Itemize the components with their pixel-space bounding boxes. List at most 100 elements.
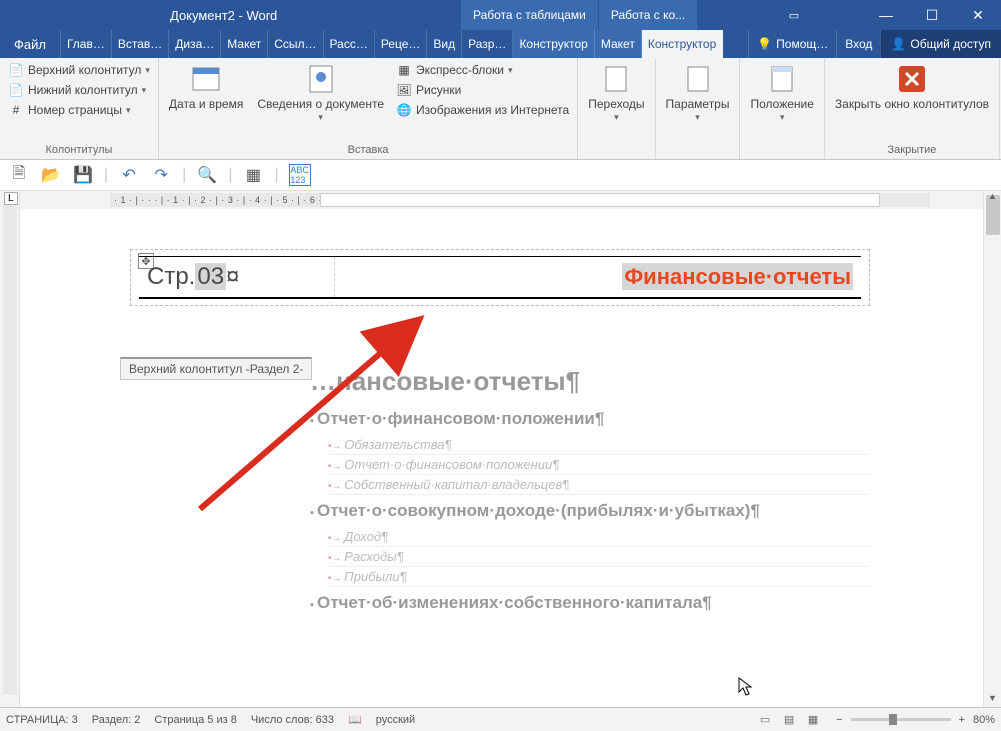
- body-h3-3: Отчет·об·изменениях·собственного·капитал…: [310, 593, 870, 613]
- zoom-in-button[interactable]: +: [959, 714, 965, 726]
- calendar-icon: [190, 63, 222, 95]
- status-page[interactable]: СТРАНИЦА: 3: [6, 714, 78, 726]
- open-button[interactable]: 📂: [40, 164, 62, 186]
- vertical-scrollbar[interactable]: ▲ ▼: [983, 191, 1001, 707]
- online-pictures-button[interactable]: 🌐Изображения из Интернета: [394, 101, 571, 119]
- tab-review[interactable]: Реце…: [375, 30, 428, 58]
- vertical-ruler[interactable]: [3, 205, 17, 695]
- footer-button[interactable]: 📄Нижний колонтитул: [6, 81, 152, 99]
- sign-in[interactable]: Вход: [836, 30, 880, 58]
- cell-mark: ¤: [226, 263, 239, 290]
- ribbon-display-options[interactable]: ▭: [771, 0, 817, 30]
- scrollbar-thumb[interactable]: [986, 195, 1000, 235]
- close-button[interactable]: ✕: [955, 0, 1001, 30]
- tab-table-layout[interactable]: Макет: [595, 30, 642, 58]
- options-button[interactable]: Параметры: [662, 61, 734, 125]
- maximize-button[interactable]: ☐: [909, 0, 955, 30]
- tab-view[interactable]: Вид: [427, 30, 462, 58]
- pictures-button[interactable]: 🖼Рисунки: [394, 81, 571, 99]
- print-layout-button[interactable]: ▤: [780, 713, 798, 726]
- group-options: Параметры: [656, 58, 741, 159]
- new-doc-button[interactable]: 🗎: [8, 164, 30, 186]
- horizontal-ruler-active: [320, 193, 880, 207]
- window-controls: — ☐ ✕: [863, 0, 1001, 30]
- header-section-badge: Верхний колонтитул -Раздел 2-: [120, 357, 312, 380]
- zoom-slider-knob[interactable]: [889, 714, 897, 725]
- group-header-footer: 📄Верхний колонтитул 📄Нижний колонтитул #…: [0, 58, 159, 159]
- ribbon-tabs: Файл Глав… Встав… Диза… Макет Ссыл… Расс…: [0, 30, 1001, 58]
- contextual-tab-tables[interactable]: Работа с таблицами: [460, 0, 598, 30]
- position-button[interactable]: Положение: [746, 61, 817, 125]
- word-count-button[interactable]: ABC123: [289, 164, 311, 186]
- document-scroll[interactable]: ✥ Стр.03¤ Финансовые·отчеты Верхний коло…: [20, 209, 983, 707]
- share-button[interactable]: 👤 Общий доступ: [880, 30, 1001, 58]
- scroll-up-icon[interactable]: ▲: [988, 191, 997, 201]
- status-bar: СТРАНИЦА: 3 Раздел: 2 Страница 5 из 8 Чи…: [0, 707, 1001, 731]
- minimize-button[interactable]: —: [863, 0, 909, 30]
- ribbon: 📄Верхний колонтитул 📄Нижний колонтитул #…: [0, 58, 1001, 160]
- zoom-slider[interactable]: [851, 718, 951, 721]
- tab-design[interactable]: Диза…: [169, 30, 221, 58]
- person-icon: 👤: [891, 37, 906, 51]
- tab-table-design[interactable]: Конструктор: [513, 30, 594, 58]
- document-body-dimmed: …нансовые·отчеты Отчет·о·финансовом·поло…: [310, 366, 870, 613]
- print-preview-button[interactable]: 🔍: [196, 164, 218, 186]
- tab-insert[interactable]: Встав…: [112, 30, 169, 58]
- status-section[interactable]: Раздел: 2: [92, 714, 141, 726]
- zoom-out-button[interactable]: −: [836, 714, 842, 726]
- tab-header-footer-design[interactable]: Конструктор: [642, 30, 723, 58]
- pagenum-icon: #: [8, 102, 24, 118]
- goto-icon: [600, 63, 632, 95]
- page-number-button[interactable]: #Номер страницы: [6, 101, 152, 119]
- group-navigation: Переходы: [578, 58, 655, 159]
- tab-references[interactable]: Ссыл…: [268, 30, 323, 58]
- online-picture-icon: 🌐: [396, 102, 412, 118]
- date-time-button[interactable]: Дата и время: [165, 61, 247, 114]
- document-area: L · 1 · | · · · | · 1 · | · 2 · | · 3 · …: [0, 191, 1001, 707]
- read-mode-button[interactable]: ▭: [756, 713, 774, 726]
- group-label: [584, 154, 648, 159]
- contextual-tab-headers[interactable]: Работа с ко...: [598, 0, 697, 30]
- tell-me[interactable]: 💡 Помощ…: [748, 30, 836, 58]
- quick-parts-button[interactable]: ▦Экспресс-блоки: [394, 61, 571, 79]
- tab-selector[interactable]: L: [4, 192, 18, 205]
- insert-table-button[interactable]: ▦: [242, 164, 264, 186]
- header-button[interactable]: 📄Верхний колонтитул: [6, 61, 152, 79]
- header-table[interactable]: Стр.03¤ Финансовые·отчеты: [139, 256, 861, 299]
- contextual-tabs: Работа с таблицами Работа с ко...: [460, 0, 697, 30]
- options-icon: [682, 63, 714, 95]
- goto-button[interactable]: Переходы: [584, 61, 648, 125]
- status-page-of[interactable]: Страница 5 из 8: [154, 714, 236, 726]
- group-label: Колонтитулы: [6, 142, 152, 159]
- header-cell-right[interactable]: Финансовые·отчеты: [335, 257, 861, 297]
- header-cell-left[interactable]: Стр.03¤: [139, 257, 335, 297]
- close-header-footer-button[interactable]: Закрыть окно колонтитулов: [831, 61, 993, 114]
- title-bar: Документ2 - Word Работа с таблицами Рабо…: [0, 0, 1001, 30]
- tab-developer[interactable]: Разр…: [462, 30, 513, 58]
- group-label: [746, 154, 817, 159]
- window-title: Документ2 - Word: [170, 8, 277, 23]
- tab-home[interactable]: Глав…: [61, 30, 112, 58]
- tab-mailings[interactable]: Расс…: [324, 30, 375, 58]
- page[interactable]: ✥ Стр.03¤ Финансовые·отчеты Верхний коло…: [120, 209, 880, 707]
- body-item: Собственный·капитал·владельцев: [328, 475, 870, 495]
- status-proofing-icon[interactable]: 📖: [348, 713, 362, 726]
- status-word-count[interactable]: Число слов: 633: [251, 714, 334, 726]
- document-info-button[interactable]: Сведения о документе: [253, 61, 388, 125]
- close-x-icon: [896, 63, 928, 95]
- body-item: Расходы: [328, 547, 870, 567]
- web-layout-button[interactable]: ▦: [804, 713, 822, 726]
- status-language[interactable]: русский: [376, 714, 415, 726]
- zoom-level[interactable]: 80%: [973, 714, 995, 726]
- view-buttons: ▭ ▤ ▦: [756, 713, 822, 726]
- tab-file[interactable]: Файл: [0, 30, 61, 58]
- save-button[interactable]: 💾: [72, 164, 94, 186]
- redo-button[interactable]: ↷: [150, 164, 172, 186]
- group-position: Положение: [740, 58, 824, 159]
- scroll-down-icon[interactable]: ▼: [988, 693, 997, 703]
- undo-button[interactable]: ↶: [118, 164, 140, 186]
- group-insert: Дата и время Сведения о документе ▦Экспр…: [159, 58, 578, 159]
- tab-layout[interactable]: Макет: [221, 30, 268, 58]
- header-edit-area[interactable]: Стр.03¤ Финансовые·отчеты: [130, 249, 870, 306]
- zoom-control: − + 80%: [836, 714, 995, 726]
